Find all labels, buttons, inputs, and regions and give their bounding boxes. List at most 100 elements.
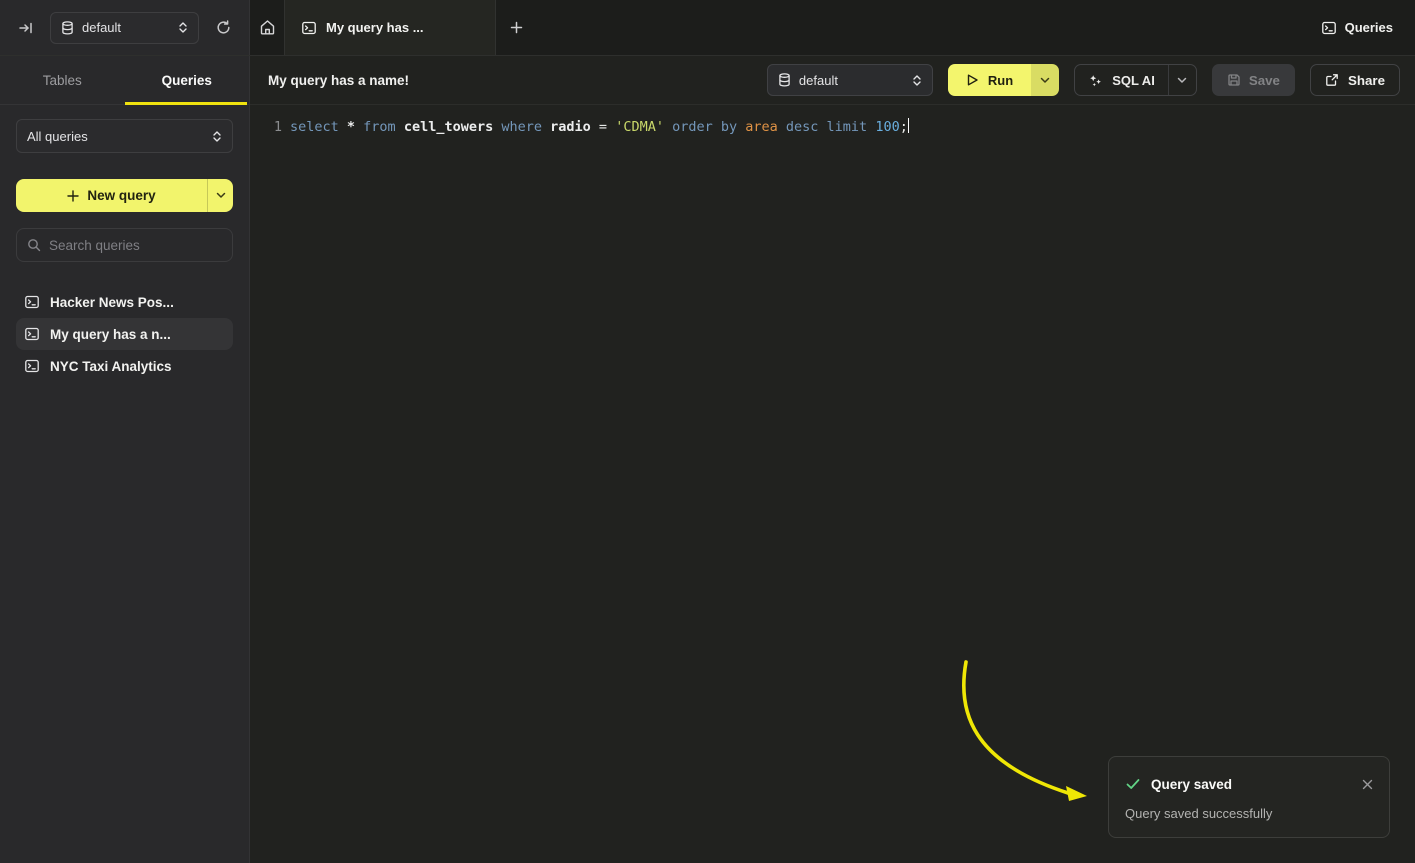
run-dropdown-button[interactable] [1031,64,1059,96]
save-button[interactable]: Save [1212,64,1295,96]
toast-header: Query saved [1125,776,1373,792]
sql-token: radio [550,119,599,135]
sql-token: desc [786,119,827,135]
floppy-icon [1227,73,1241,87]
sql-token: ; [900,119,908,135]
new-query-dropdown-button[interactable] [207,179,233,212]
share-label: Share [1348,73,1385,88]
database-icon [778,73,791,87]
tab-strip: My query has ... Queries [250,0,1415,55]
sidebar: Tables Queries All queries [0,56,250,863]
chevron-down-icon [1040,77,1050,84]
query-console-icon [24,294,40,310]
plus-icon [67,190,79,202]
refresh-button[interactable] [209,14,237,42]
query-header: My query has a name! default [250,56,1415,105]
run-split-button: Run [948,64,1059,96]
sql-ai-split-button: SQL AI [1074,64,1197,96]
home-icon [259,19,276,36]
chevron-updown-icon [912,74,922,87]
sidebar-tab-queries[interactable]: Queries [125,56,250,104]
sql-ai-button[interactable]: SQL AI [1075,65,1168,95]
new-query-label: New query [87,188,155,203]
sql-token: from [363,119,404,135]
sql-token: 100 [875,119,899,135]
query-list-item[interactable]: Hacker News Pos... [16,286,233,318]
refresh-icon [216,20,231,35]
query-console-icon [24,358,40,374]
tab-my-query[interactable]: My query has ... [284,0,496,55]
toast-title: Query saved [1151,777,1232,792]
topbar-database-value: default [82,20,170,35]
run-button[interactable]: Run [948,64,1031,96]
toast-message: Query saved successfully [1125,806,1373,821]
search-icon [27,238,41,252]
header-database-select[interactable]: default [767,64,933,96]
sql-token: where [501,119,550,135]
query-item-label: NYC Taxi Analytics [50,359,172,374]
query-filter-select[interactable]: All queries [16,119,233,153]
share-icon [1325,73,1339,87]
sql-ai-label: SQL AI [1112,73,1155,88]
collapse-sidebar-button[interactable] [12,14,40,42]
sparkles-icon [1088,73,1103,88]
query-list-item[interactable]: NYC Taxi Analytics [16,350,233,382]
new-tab-button[interactable] [496,0,536,55]
chevron-updown-icon [178,21,188,34]
sql-editor[interactable]: 1 select * from cell_towers where radio … [250,105,1415,138]
sql-token: order by [672,119,745,135]
new-query-button[interactable]: New query [16,179,207,212]
main-panel: My query has a name! default [250,56,1415,863]
sidebar-tabs: Tables Queries [0,56,249,105]
header-actions: default Run [767,64,1400,96]
text-cursor [908,118,910,133]
search-queries-input[interactable] [49,238,226,253]
sql-token: select [290,119,347,135]
close-icon [1362,779,1373,790]
sql-token: limit [827,119,876,135]
play-icon [966,73,979,87]
queries-link[interactable]: Queries [1299,0,1415,55]
sidebar-body: All queries New query [0,105,249,396]
code-line-tokens: select * from cell_towers where radio = … [290,119,908,135]
query-console-icon [301,20,317,36]
query-item-label: Hacker News Pos... [50,295,174,310]
query-list-item-selected[interactable]: My query has a n... [16,318,233,350]
home-button[interactable] [250,0,284,55]
query-filter-value: All queries [27,129,204,144]
code-line: select * from cell_towers where radio = … [282,117,909,138]
sql-ai-dropdown-button[interactable] [1168,65,1196,95]
sql-console-app: default [0,0,1415,863]
chevron-updown-icon [212,130,222,143]
chevron-down-icon [1177,77,1187,84]
sql-token: = [599,119,615,135]
run-label: Run [988,73,1013,88]
header-database-value: default [799,73,904,88]
sql-token: cell_towers [404,119,502,135]
check-icon [1125,776,1141,792]
sql-token: area [745,119,786,135]
query-list: Hacker News Pos... My query has a n... [16,286,233,382]
topbar-spacer [536,0,1299,55]
top-bar-left: default [0,0,250,55]
database-icon [61,21,74,35]
query-search [16,228,233,262]
plus-icon [510,21,523,34]
sidebar-tab-tables[interactable]: Tables [0,56,125,104]
query-item-label: My query has a n... [50,327,171,342]
query-title: My query has a name! [268,73,409,88]
save-label: Save [1249,73,1280,88]
sql-token: 'CDMA' [615,119,672,135]
share-button[interactable]: Share [1310,64,1400,96]
query-console-icon [1321,20,1337,36]
toast-close-button[interactable] [1362,779,1373,790]
toast-query-saved: Query saved Query saved successfully [1108,756,1390,838]
queries-link-label: Queries [1345,20,1393,35]
new-query-split-button: New query [16,179,233,212]
chevron-down-icon [216,192,226,199]
query-console-icon [24,326,40,342]
top-bar: default [0,0,1415,56]
collapse-sidebar-icon [18,20,34,36]
topbar-database-select[interactable]: default [50,12,199,44]
sql-token: * [347,119,363,135]
